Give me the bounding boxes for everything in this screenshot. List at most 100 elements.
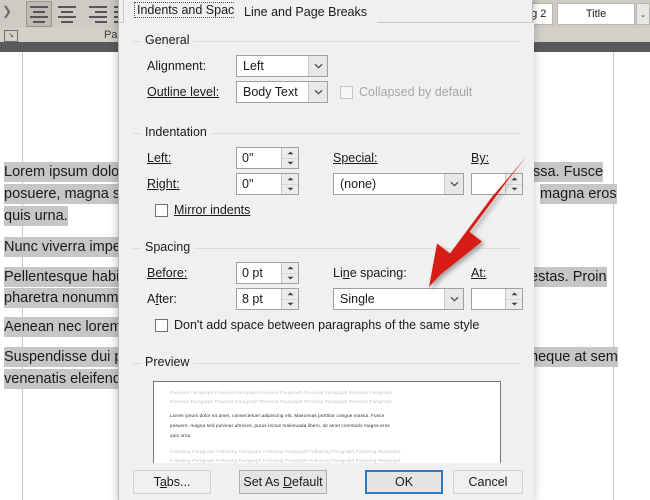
align-left-icon[interactable]	[26, 1, 52, 27]
special-label: Special:	[333, 151, 377, 165]
group-general: General Alignment: Left Outline level: B…	[133, 41, 521, 107]
styles-more-icon[interactable]: ⌄	[636, 3, 650, 25]
indent-by-value[interactable]	[472, 174, 505, 194]
spinner-down-icon[interactable]	[506, 299, 522, 310]
align-center-icon[interactable]	[54, 1, 80, 27]
space-before-label: Before:	[147, 266, 187, 280]
tab-line-and-page-breaks[interactable]: Line and Page Breaks	[234, 0, 377, 23]
indent-left-label: Left:	[147, 151, 171, 165]
preview-pane: Previous Paragraph Previous Paragraph Pr…	[153, 381, 501, 473]
spinner-buttons[interactable]	[281, 148, 298, 168]
spinner-buttons[interactable]	[505, 289, 522, 309]
doc-line: magna eros	[540, 184, 617, 204]
line-spacing-at-spinner[interactable]	[471, 288, 523, 310]
spinner-buttons[interactable]	[281, 289, 298, 309]
outline-level-combobox[interactable]: Body Text	[236, 81, 328, 103]
chevron-down-icon[interactable]	[308, 82, 327, 102]
chevron-down-icon[interactable]	[308, 56, 327, 76]
preview-following-line: Following Paragraph Following Paragraph …	[170, 449, 401, 454]
group-preview-title: Preview	[141, 355, 193, 369]
checkbox-box[interactable]	[155, 204, 168, 217]
preview-previous-line: Previous Paragraph Previous Paragraph Pr…	[170, 399, 392, 404]
ok-button-label: OK	[395, 475, 413, 489]
group-indentation: Indentation Left: 0"	[133, 133, 521, 229]
alignment-label-text: Alignment:	[147, 59, 206, 73]
spinner-down-icon[interactable]	[506, 184, 522, 195]
checkbox-box[interactable]	[340, 86, 353, 99]
mirror-indents-checkbox[interactable]: Mirror indents	[155, 203, 250, 217]
indent-right-label: Right:	[147, 177, 180, 191]
outline-level-label-text: Outline level:	[147, 85, 219, 99]
indent-left-value[interactable]: 0"	[237, 148, 281, 168]
spinner-down-icon[interactable]	[282, 299, 298, 310]
paragraph-dialog-launcher-icon[interactable]: ↘	[4, 30, 18, 42]
spinner-buttons[interactable]	[281, 174, 298, 194]
doc-line: venenatis eleifend.	[4, 369, 125, 389]
align-right-icon[interactable]	[82, 1, 108, 27]
spinner-up-icon[interactable]	[282, 174, 298, 184]
screenshot-root: ❯ ↘ Pa ng 2 Title ⌄	[0, 0, 650, 500]
spinner-down-icon[interactable]	[282, 273, 298, 284]
line-spacing-at-label-text: At:	[471, 266, 486, 280]
space-after-label: After:	[147, 292, 177, 306]
style-item-title[interactable]: Title	[557, 3, 635, 25]
spinner-buttons[interactable]	[505, 174, 522, 194]
checkbox-box[interactable]	[155, 319, 168, 332]
spinner-up-icon[interactable]	[506, 289, 522, 299]
chevron-down-icon[interactable]	[444, 289, 463, 309]
group-spacing-title: Spacing	[141, 240, 194, 254]
indent-right-value[interactable]: 0"	[237, 174, 281, 194]
space-after-value[interactable]: 8 pt	[237, 289, 281, 309]
set-as-default-button[interactable]: Set As Default	[239, 470, 327, 494]
cancel-button[interactable]: Cancel	[453, 470, 523, 494]
paragraph-group-label: Pa	[104, 28, 117, 42]
doc-line: posuere, magna se	[4, 184, 128, 204]
special-combobox[interactable]: (none)	[333, 173, 464, 195]
preview-previous-line: Previous Paragraph Previous Paragraph Pr…	[170, 390, 392, 395]
indent-left-label-text: Left:	[147, 151, 171, 165]
doc-line: quis urna.	[4, 206, 68, 226]
outline-level-label: Outline level:	[147, 85, 219, 99]
group-preview: Preview Previous Paragraph Previous Para…	[133, 363, 521, 473]
alignment-combobox[interactable]: Left	[236, 55, 328, 77]
indent-left-spinner[interactable]: 0"	[236, 147, 299, 169]
preview-body-line: Lorem ipsum dolor sit amet, consectetuer…	[170, 413, 384, 418]
space-before-label-text: Before:	[147, 266, 187, 280]
doc-line: Nunc viverra imper	[4, 237, 126, 257]
space-before-value[interactable]: 0 pt	[237, 263, 281, 283]
spinner-down-icon[interactable]	[282, 184, 298, 195]
spinner-up-icon[interactable]	[282, 289, 298, 299]
doc-line: estas. Proin	[530, 267, 607, 287]
tabs-button[interactable]: Tabs...	[133, 470, 211, 494]
dialog-tabstrip[interactable]: Indents and Spacing Line and Page Breaks	[119, 1, 534, 23]
spinner-down-icon[interactable]	[282, 158, 298, 169]
space-before-spinner[interactable]: 0 pt	[236, 262, 299, 284]
dont-add-space-checkbox[interactable]: Don't add space between paragraphs of th…	[155, 318, 479, 332]
spinner-up-icon[interactable]	[282, 263, 298, 273]
tabs-button-label: Tabs...	[154, 475, 191, 489]
collapsed-by-default-checkbox[interactable]: Collapsed by default	[340, 85, 472, 99]
ok-button[interactable]: OK	[365, 470, 443, 494]
line-spacing-label-text: Line spacing:	[333, 266, 407, 280]
cancel-button-label: Cancel	[469, 475, 508, 489]
line-spacing-combobox[interactable]: Single	[333, 288, 464, 310]
dialog-button-bar: Tabs... Set As Default OK Cancel	[119, 463, 534, 500]
collapsed-by-default-label: Collapsed by default	[359, 85, 472, 99]
styles-gallery[interactable]: ng 2 Title ⌄	[519, 0, 650, 28]
paragraph-dialog[interactable]: Indents and Spacing Line and Page Breaks…	[118, 0, 533, 500]
spinner-buttons[interactable]	[281, 263, 298, 283]
alignment-value: Left	[237, 56, 308, 76]
spinner-up-icon[interactable]	[282, 148, 298, 158]
indent-by-spinner[interactable]	[471, 173, 523, 195]
preview-body-line: quis urna.	[170, 433, 192, 438]
chevron-down-icon[interactable]	[444, 174, 463, 194]
indent-by-label-text: By:	[471, 151, 489, 165]
indent-right-label-text: Right:	[147, 177, 180, 191]
space-after-spinner[interactable]: 8 pt	[236, 288, 299, 310]
doc-line: Aenean nec lorem.	[4, 317, 126, 337]
spinner-up-icon[interactable]	[506, 174, 522, 184]
page-margin-right	[613, 52, 614, 500]
line-spacing-at-value[interactable]	[472, 289, 505, 309]
special-label-text: Special:	[333, 151, 377, 165]
indent-right-spinner[interactable]: 0"	[236, 173, 299, 195]
